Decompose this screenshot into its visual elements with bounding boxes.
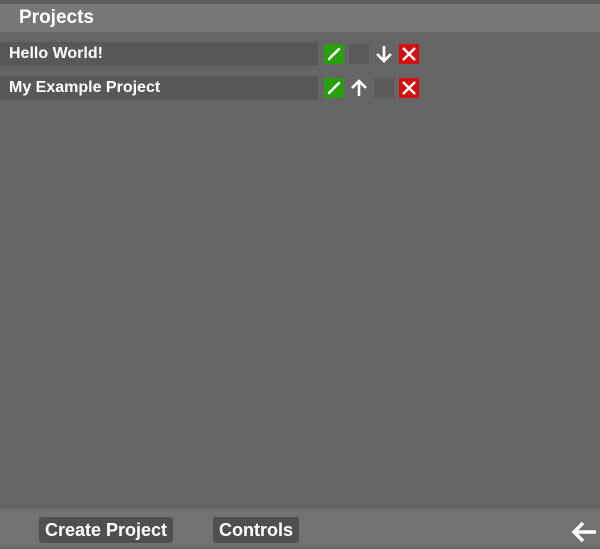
controls-button[interactable]: Controls [213,517,299,543]
project-name-cell[interactable]: Hello World! [0,42,318,66]
edit-project-button[interactable] [324,78,344,98]
header-bar: Projects [0,4,600,32]
arrow-up-icon [351,79,367,96]
move-up-button[interactable] [349,78,369,98]
delete-project-button[interactable] [399,44,419,64]
back-button[interactable] [570,520,597,544]
project-row-my-example-project: My Example Project [0,76,600,100]
close-icon [402,81,416,95]
move-down-button[interactable] [374,44,394,64]
delete-project-button[interactable] [399,78,419,98]
project-name-label: Hello World! [9,45,103,62]
edit-project-button[interactable] [324,44,344,64]
close-icon [402,47,416,61]
pencil-icon [327,81,341,95]
footer-bar: Create Project Controls [0,509,600,547]
empty-slot [349,44,369,64]
page-title: Projects [19,7,94,28]
project-name-cell[interactable]: My Example Project [0,76,318,100]
project-row-hello-world: Hello World! [0,42,600,66]
arrow-left-icon [571,521,596,543]
arrow-down-icon [376,46,392,63]
pencil-icon [327,47,341,61]
empty-slot [374,78,394,98]
project-name-label: My Example Project [9,79,161,96]
create-project-button[interactable]: Create Project [39,517,174,543]
